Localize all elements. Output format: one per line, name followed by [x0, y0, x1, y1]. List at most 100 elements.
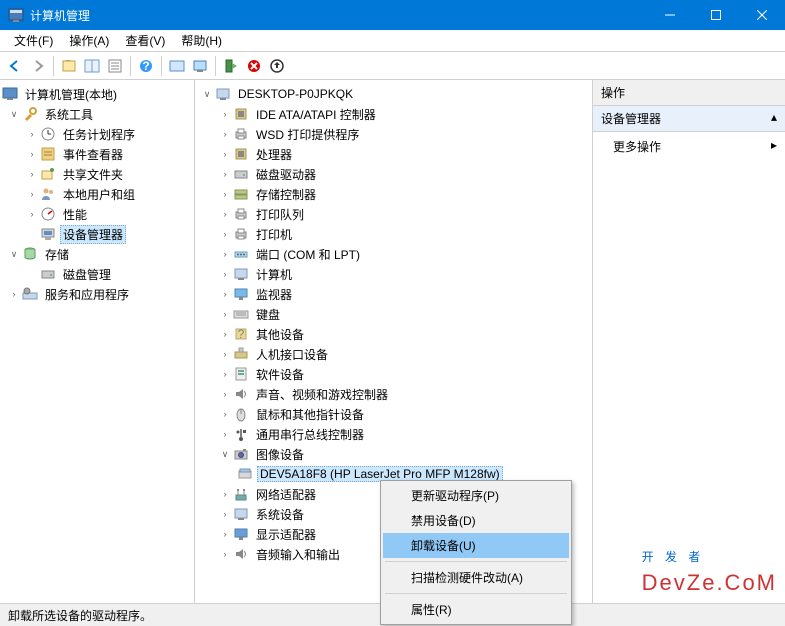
forward-button[interactable]	[27, 55, 49, 77]
toolbar: ?	[0, 52, 785, 80]
ctx-disable-device[interactable]: 禁用设备(D)	[383, 508, 569, 533]
device-node-keyboard[interactable]: ›键盘	[195, 304, 592, 324]
tree-event-viewer[interactable]: › 事件查看器	[0, 144, 194, 164]
back-button[interactable]	[4, 55, 26, 77]
expand-icon[interactable]: ›	[219, 428, 231, 440]
collapse-icon[interactable]: ∨	[8, 248, 20, 260]
device-node-ports[interactable]: ›端口 (COM 和 LPT)	[195, 244, 592, 264]
speaker-icon	[233, 546, 249, 562]
minimize-button[interactable]	[647, 0, 693, 30]
tree-performance[interactable]: › 性能	[0, 204, 194, 224]
device-label: DESKTOP-P0JPKQK	[235, 86, 356, 102]
expand-icon[interactable]: ›	[219, 108, 231, 120]
uninstall-icon[interactable]	[243, 55, 265, 77]
expand-icon[interactable]: ›	[219, 228, 231, 240]
tree-system-tools[interactable]: ∨ 系统工具	[0, 104, 194, 124]
ctx-uninstall-device[interactable]: 卸载设备(U)	[383, 533, 569, 558]
expand-icon[interactable]: ›	[219, 268, 231, 280]
expand-icon[interactable]: ›	[219, 508, 231, 520]
expand-icon[interactable]: ›	[26, 128, 38, 140]
device-node-cpu[interactable]: ›处理器	[195, 144, 592, 164]
expand-icon[interactable]: ›	[219, 328, 231, 340]
device-node-software[interactable]: ›软件设备	[195, 364, 592, 384]
device-label: 音频输入和输出	[253, 545, 343, 564]
up-button[interactable]	[58, 55, 80, 77]
device-node-usb[interactable]: ›通用串行总线控制器	[195, 424, 592, 444]
device-node-computer[interactable]: ›计算机	[195, 264, 592, 284]
enable-button[interactable]	[220, 55, 242, 77]
collapse-icon[interactable]: ▴	[771, 110, 777, 127]
expand-icon[interactable]: ›	[26, 148, 38, 160]
help-button[interactable]: ?	[135, 55, 157, 77]
expand-icon[interactable]: ›	[219, 488, 231, 500]
expand-icon[interactable]: ›	[219, 288, 231, 300]
scan-view-button[interactable]	[166, 55, 188, 77]
tree-label: 磁盘管理	[60, 265, 114, 284]
device-node-hid[interactable]: ›人机接口设备	[195, 344, 592, 364]
tree-services-apps[interactable]: › 服务和应用程序	[0, 284, 194, 304]
ctx-update-driver[interactable]: 更新驱动程序(P)	[383, 483, 569, 508]
collapse-icon[interactable]: ∨	[219, 448, 231, 460]
tree-device-manager[interactable]: 设备管理器	[0, 224, 194, 244]
expand-icon[interactable]: ›	[219, 248, 231, 260]
scanner-icon	[237, 466, 253, 482]
device-node-ideAta[interactable]: ›IDE ATA/ATAPI 控制器	[195, 104, 592, 124]
tree-root[interactable]: 计算机管理(本地)	[0, 84, 194, 104]
device-node-printer[interactable]: ›打印机	[195, 224, 592, 244]
expand-icon[interactable]: ›	[219, 408, 231, 420]
menu-file[interactable]: 文件(F)	[6, 30, 61, 51]
tree-storage[interactable]: ∨ 存储	[0, 244, 194, 264]
device-node-mouse[interactable]: ›鼠标和其他指针设备	[195, 404, 592, 424]
menu-help[interactable]: 帮助(H)	[173, 30, 230, 51]
tree-shared-folders[interactable]: › 共享文件夹	[0, 164, 194, 184]
expand-icon[interactable]: ›	[219, 208, 231, 220]
expand-icon[interactable]: ›	[8, 288, 20, 300]
device-node-root[interactable]: ∨ DESKTOP-P0JPKQK	[195, 84, 592, 104]
ctx-scan-hardware[interactable]: 扫描检测硬件改动(A)	[383, 565, 569, 590]
services-icon	[22, 286, 38, 302]
tree-disk-mgmt[interactable]: 磁盘管理	[0, 264, 194, 284]
actions-more[interactable]: 更多操作 ▸	[593, 132, 785, 161]
device-node-printQueue[interactable]: ›打印队列	[195, 204, 592, 224]
expand-icon[interactable]: ›	[219, 128, 231, 140]
device-node-audio[interactable]: ›声音、视频和游戏控制器	[195, 384, 592, 404]
context-menu: 更新驱动程序(P) 禁用设备(D) 卸载设备(U) 扫描检测硬件改动(A) 属性…	[380, 480, 572, 625]
svg-text:?: ?	[142, 59, 149, 73]
device-node-diskDrive[interactable]: ›磁盘驱动器	[195, 164, 592, 184]
expand-icon[interactable]: ›	[26, 168, 38, 180]
console-tree[interactable]: 计算机管理(本地) ∨ 系统工具 › 任务计划程序 › 事件查看器 › 共享文件…	[0, 80, 195, 603]
printer-icon	[233, 226, 249, 242]
expand-icon[interactable]: ›	[26, 208, 38, 220]
menu-view[interactable]: 查看(V)	[117, 30, 173, 51]
device-node-monitor[interactable]: ›监视器	[195, 284, 592, 304]
ctx-properties[interactable]: 属性(R)	[383, 597, 569, 622]
expand-icon[interactable]: ›	[219, 528, 231, 540]
menu-action[interactable]: 操作(A)	[61, 30, 117, 51]
device-node-otherDev[interactable]: ›?其他设备	[195, 324, 592, 344]
actions-section[interactable]: 设备管理器 ▴	[593, 106, 785, 132]
expand-icon[interactable]: ›	[219, 168, 231, 180]
show-console-button[interactable]	[81, 55, 103, 77]
tree-task-scheduler[interactable]: › 任务计划程序	[0, 124, 194, 144]
tree-local-users[interactable]: › 本地用户和组	[0, 184, 194, 204]
device-node-imaging[interactable]: ∨图像设备	[195, 444, 592, 464]
expand-icon[interactable]: ›	[219, 548, 231, 560]
expand-icon[interactable]: ›	[219, 368, 231, 380]
expand-icon[interactable]: ›	[219, 188, 231, 200]
device-node-storageCtl[interactable]: ›存储控制器	[195, 184, 592, 204]
expand-icon[interactable]: ›	[26, 188, 38, 200]
close-button[interactable]	[739, 0, 785, 30]
expand-icon[interactable]: ›	[219, 308, 231, 320]
device-view-button[interactable]	[189, 55, 211, 77]
properties-button[interactable]	[104, 55, 126, 77]
port-icon	[233, 246, 249, 262]
collapse-icon[interactable]: ∨	[201, 88, 213, 100]
update-driver-button[interactable]	[266, 55, 288, 77]
actions-more-label: 更多操作	[613, 138, 661, 155]
expand-icon[interactable]: ›	[219, 148, 231, 160]
expand-icon[interactable]: ›	[219, 388, 231, 400]
collapse-icon[interactable]: ∨	[8, 108, 20, 120]
device-node-wsd[interactable]: ›WSD 打印提供程序	[195, 124, 592, 144]
maximize-button[interactable]	[693, 0, 739, 30]
expand-icon[interactable]: ›	[219, 348, 231, 360]
